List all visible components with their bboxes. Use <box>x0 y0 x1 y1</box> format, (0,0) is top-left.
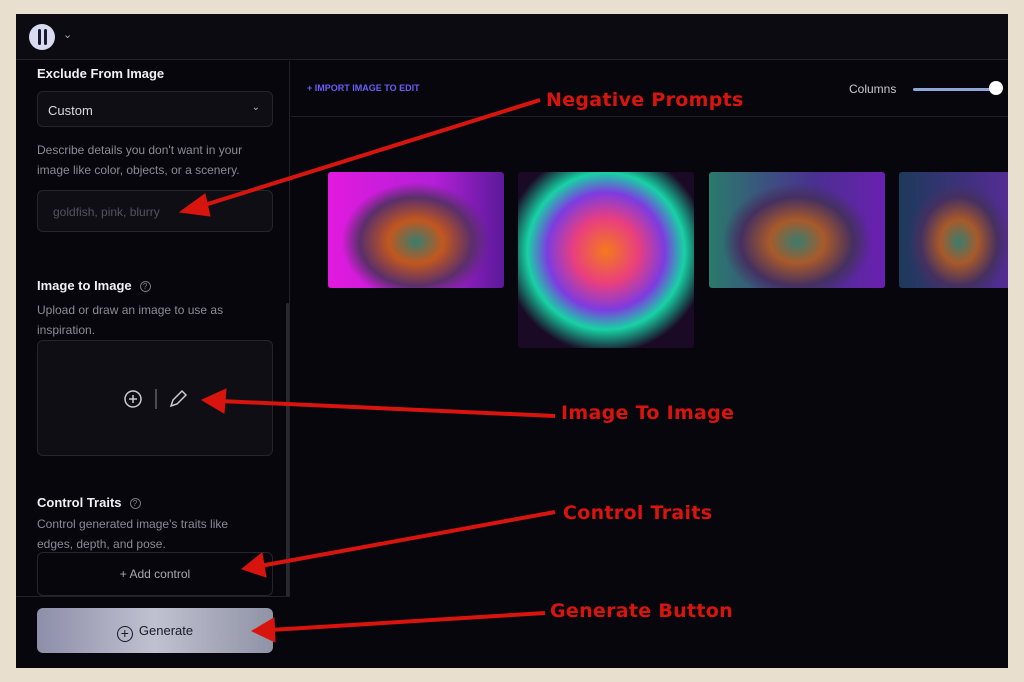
arrow-negative <box>194 98 541 210</box>
arrow-img2img <box>219 399 556 418</box>
arrow-generate <box>269 611 546 632</box>
annotation-control-traits: Control Traits <box>563 502 713 524</box>
annotation-generate-button: Generate Button <box>550 600 733 622</box>
arrowhead <box>240 552 267 578</box>
arrowhead <box>178 193 211 217</box>
arrowhead <box>200 388 227 414</box>
annotation-arrows <box>178 98 556 643</box>
annotation-image-to-image: Image To Image <box>561 402 735 424</box>
arrow-control <box>259 510 556 568</box>
arrowhead <box>250 617 276 643</box>
annotation-negative-prompts: Negative Prompts <box>546 89 744 111</box>
